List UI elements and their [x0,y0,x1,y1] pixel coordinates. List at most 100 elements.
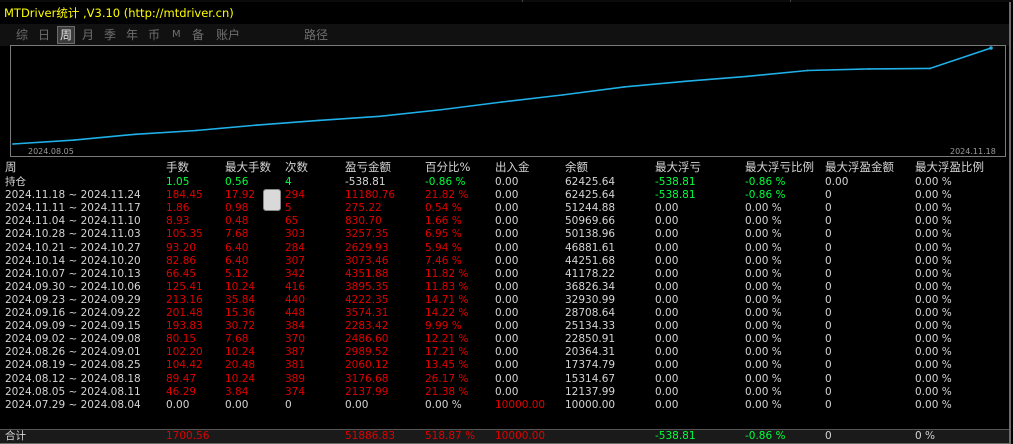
cell-max-float-loss: 0.00 [655,346,679,359]
cell-max-float-gain-pct: 0.00 % [915,241,952,254]
cell-percent: 11.82 % [425,267,469,280]
cell-profit: 3895.35 [345,280,389,293]
total-max-float-loss: -538.81 [655,430,696,442]
header-max-float-loss: 最大浮亏 [655,160,701,174]
tab-path[interactable]: 路径 [302,27,330,43]
cell-balance: 46881.61 [565,241,616,254]
header-profit: 盈亏金额 [345,160,391,174]
table-row: 2024.11.11 ~ 2024.11.17 1.86 0.98 5 275.22 0.… [0,202,1009,215]
cell-max-float-loss-pct: 0.00 % [745,398,782,411]
cell-deposit: 0.00 [495,228,519,241]
cell-max-float-gain: 0 [825,385,832,398]
cell-max-float-loss: 0.00 [655,254,679,267]
cell-max-float-loss: 0.00 [655,307,679,319]
drag-handle[interactable] [263,189,281,211]
cell-profit: 11180.76 [345,189,396,202]
tab-m[interactable]: M [170,27,183,43]
tab-account[interactable]: 账户 [214,27,242,43]
balance-point [73,139,76,141]
tab-day[interactable]: 日 [36,27,52,43]
cell-max-lots: 10.24 [225,280,256,293]
cell-deposit: 0.00 [495,359,519,372]
cell-percent: 21.38 % [425,385,469,398]
header-balance: 余额 [565,160,588,174]
cell-balance: 15314.67 [565,372,616,385]
cell-percent: -0.86 % [425,176,466,188]
table-row: 2024.09.09 ~ 2024.09.15 193.83 30.72 384 228… [0,320,1009,333]
tab-note[interactable]: 备 [190,27,206,43]
cell-max-float-loss-pct: 0.00 % [745,359,782,372]
cell-count: 284 [285,241,306,254]
cell-deposit: 0.00 [495,189,519,202]
cell-profit: 3073.46 [345,254,389,267]
cell-max-float-gain-pct: 0.00 % [915,189,952,202]
tab-bar: 综 日 周 月 季 年 币 M 备 账户 路径 [0,24,1009,46]
cell-max-float-loss-pct: 0.00 % [745,215,782,228]
tab-year[interactable]: 年 [124,27,140,43]
balance-point [378,115,381,118]
cell-lots: 105.35 [166,228,203,241]
cell-balance: 50138.96 [565,228,616,241]
cell-profit: 2137.99 [345,385,389,398]
cell-percent: 5.94 % [425,241,462,254]
cell-max-float-gain-pct: 0.00 % [915,293,952,306]
stats-window: MTDriver统计 ,V3.10 (http://mtdriver.cn) 综… [0,2,1011,444]
cell-profit: 2989.52 [345,346,389,359]
header-percent: 百分比% [425,160,471,174]
cell-max-float-gain: 0 [825,280,832,293]
cell-deposit: 0.00 [495,176,519,188]
tab-month[interactable]: 月 [80,27,96,43]
cell-balance: 22850.91 [565,333,616,346]
cell-percent: 26.17 % [425,372,469,385]
cell-max-float-loss: 0.00 [655,333,679,346]
cell-max-float-gain-pct: 0.00 % [915,359,952,372]
cell-profit: 0.00 [345,398,369,411]
cell-period: 2024.10.21 ~ 2024.10.27 [5,241,141,254]
cell-max-float-gain: 0 [825,241,832,254]
cell-balance: 36826.34 [565,280,616,293]
cell-max-float-gain-pct: 0.00 % [915,346,952,359]
balance-point [12,143,14,145]
cell-lots: 104.42 [166,359,203,372]
cell-balance: 20364.31 [565,346,616,359]
cell-max-float-loss-pct: 0.00 % [745,267,782,280]
cell-lots: 1.86 [166,202,190,215]
tab-week[interactable]: 周 [57,26,76,44]
cell-lots: 213.16 [166,293,203,306]
tab-quarter[interactable]: 季 [102,27,118,43]
table-row-holding: 持仓 1.05 0.56 4 -538.81 -0.86 % 0.00 62425.64 -53… [0,176,1009,189]
cell-balance: 50969.66 [565,215,616,228]
cell-lots: 89.47 [166,372,197,385]
cell-balance: 44251.68 [565,254,616,267]
cell-period: 2024.09.23 ~ 2024.09.29 [5,293,141,306]
table-row: 2024.10.14 ~ 2024.10.20 82.86 6.40 307 3073.… [0,255,1009,268]
cell-profit: 3176.68 [345,372,389,385]
cell-deposit: 0.00 [495,307,519,319]
cell-percent: 0.54 % [425,202,462,215]
cell-profit: 4222.35 [345,293,389,306]
balance-point [867,68,870,70]
cell-deposit: 0.00 [495,385,519,398]
cell-period: 2024.11.04 ~ 2024.11.10 [5,215,141,228]
tab-currency[interactable]: 币 [146,27,162,43]
cell-max-float-gain-pct: 0.00 % [915,398,952,411]
tab-overview[interactable]: 综 [14,27,30,43]
total-deposit: 10000.00 [495,430,546,442]
cell-max-float-gain-pct: 0.00 % [915,228,952,241]
cell-lots: 102.20 [166,346,203,359]
balance-point [439,108,442,111]
balance-point [562,93,565,96]
cell-max-float-loss-pct: 0.00 % [745,307,782,319]
cell-percent: 14.22 % [425,307,469,319]
cell-count: 448 [285,307,306,319]
cell-max-float-loss-pct: 0.00 % [745,320,782,333]
cell-max-float-gain: 0.00 [825,176,849,188]
cell-deposit: 0.00 [495,372,519,385]
cell-period: 2024.10.28 ~ 2024.11.03 [5,228,141,241]
header-max-float-gain: 最大浮盈金额 [825,160,894,174]
cell-lots: 93.20 [166,241,197,254]
balance-line [12,47,992,145]
table-row: 2024.08.05 ~ 2024.08.11 46.29 3.84 374 2137.… [0,386,1009,399]
cell-percent: 9.99 % [425,320,462,333]
cell-count: 416 [285,280,306,293]
